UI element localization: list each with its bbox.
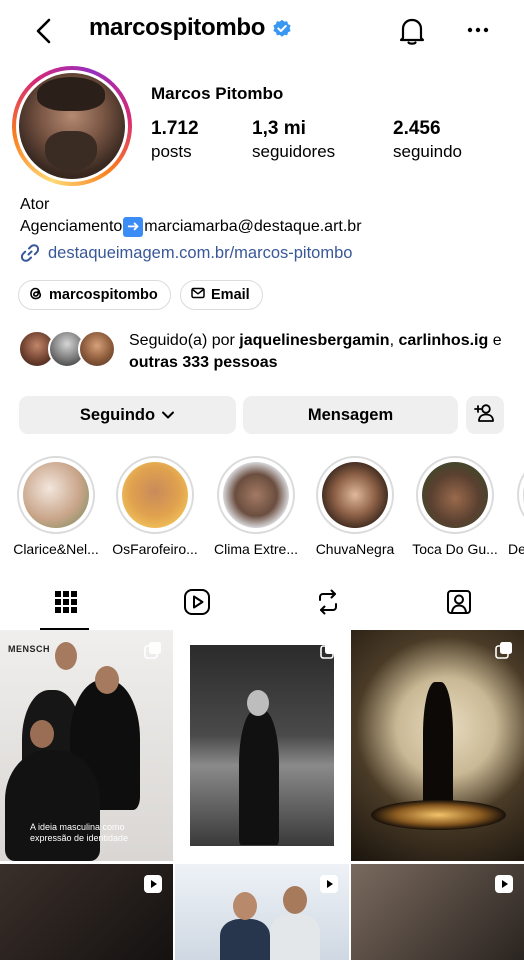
- highlight-cover: [322, 462, 388, 528]
- stat-followers-value: 1,3 mi: [252, 118, 306, 139]
- tab-reels[interactable]: [131, 578, 262, 630]
- mutual-follower-2[interactable]: carlinhos.ig: [398, 332, 488, 349]
- post-caption-overlay: A ideia masculina como expressão de iden…: [30, 822, 129, 843]
- reel-play-icon: [143, 874, 163, 894]
- highlight-cover: [23, 462, 89, 528]
- message-button[interactable]: Mensagem: [243, 396, 458, 434]
- highlight-cover: [223, 462, 289, 528]
- post-thumbnail[interactable]: [175, 630, 349, 861]
- posts-grid: MENSCH A ideia masculina como expressão …: [0, 630, 524, 960]
- following-button-label: Seguindo: [79, 405, 156, 424]
- highlight-label: OsFarofeiro...: [112, 541, 198, 557]
- bio: Ator Agenciamento ➜ marciamarba@destaque…: [20, 194, 362, 238]
- bio-agency-prefix: Agenciamento: [20, 218, 123, 235]
- highlight-item[interactable]: Clarice&Nel...: [8, 456, 104, 557]
- suggested-users-button[interactable]: [466, 396, 504, 434]
- highlight-label: Toca Do Gu...: [412, 541, 498, 557]
- mutual-followers-others[interactable]: outras 333 pessoas: [129, 354, 278, 371]
- tagged-person-icon: [445, 588, 473, 621]
- highlight-item[interactable]: OsFarofeiro...: [107, 456, 203, 557]
- post-thumbnail[interactable]: [175, 864, 349, 960]
- mutual-followers-avatars[interactable]: [18, 330, 116, 368]
- reels-play-icon: [183, 588, 211, 621]
- profile-username: marcospitombo: [89, 14, 292, 42]
- post-thumbnail[interactable]: [0, 864, 173, 960]
- highlight-item[interactable]: Clima Extre...: [208, 456, 304, 557]
- stat-following[interactable]: 2.456 seguindo: [393, 118, 462, 162]
- tab-reposts[interactable]: [262, 578, 393, 630]
- followed-by-connector: e: [488, 332, 502, 349]
- highlight-label: Clarice&Nel...: [13, 541, 99, 557]
- stat-followers[interactable]: 1,3 mi seguidores: [252, 118, 335, 162]
- story-highlights: Clarice&Nel... OsFarofeiro... Clima Extr…: [0, 456, 524, 561]
- email-chip-label: Email: [211, 287, 250, 303]
- reel-play-icon: [494, 874, 514, 894]
- stat-followers-label: seguidores: [252, 142, 336, 161]
- highlight-label: Clima Extre...: [213, 541, 298, 557]
- profile-avatar-story-ring[interactable]: [12, 66, 132, 186]
- post-brand-text: MENSCH: [8, 644, 51, 654]
- mutual-follower-1[interactable]: jaquelinesbergamin: [239, 332, 389, 349]
- bio-link[interactable]: destaqueimagem.com.br/marcos-pitombo: [20, 243, 352, 263]
- link-icon: [20, 243, 40, 263]
- highlight-label: De: [508, 541, 524, 557]
- bio-line-agency: Agenciamento ➜ marciamarba@destaque.art.…: [20, 216, 362, 238]
- stat-following-label: seguindo: [393, 142, 463, 161]
- tab-tagged[interactable]: [393, 578, 524, 630]
- bio-line-occupation: Ator: [20, 196, 50, 213]
- chevron-down-icon: [161, 406, 175, 425]
- highlight-cover: [422, 462, 488, 528]
- threads-icon: [29, 286, 43, 305]
- mutual-follower-avatar: [78, 330, 116, 368]
- envelope-icon: [191, 287, 205, 303]
- notifications-bell-icon[interactable]: [398, 16, 426, 46]
- username-text: marcospitombo: [89, 14, 266, 41]
- grid-icon: [54, 590, 78, 619]
- message-button-label: Mensagem: [307, 405, 394, 424]
- followed-by-prefix: Seguido(a) por: [129, 332, 240, 349]
- add-user-icon: [474, 403, 496, 428]
- back-arrow-icon[interactable]: [30, 16, 60, 46]
- highlight-cover: [122, 462, 188, 528]
- stat-posts-value: 1.712: [151, 118, 199, 139]
- highlight-label: ChuvaNegra: [315, 541, 395, 557]
- right-arrow-emoji-icon: ➜: [123, 217, 144, 237]
- more-options-icon[interactable]: [466, 22, 490, 38]
- stat-following-value: 2.456: [393, 118, 441, 139]
- following-button[interactable]: Seguindo: [19, 396, 236, 434]
- tab-posts-grid[interactable]: [0, 578, 131, 630]
- repost-icon: [315, 589, 341, 620]
- carousel-icon: [319, 640, 339, 660]
- threads-chip-label: marcospitombo: [49, 287, 158, 303]
- stat-posts-label: posts: [151, 142, 192, 161]
- profile-avatar: [19, 73, 125, 179]
- reel-play-icon: [319, 874, 339, 894]
- carousel-icon: [494, 640, 514, 660]
- threads-profile-chip[interactable]: marcospitombo: [18, 280, 171, 310]
- verified-badge-icon: [272, 18, 292, 38]
- carousel-icon: [143, 640, 163, 660]
- stat-posts[interactable]: 1.712 posts: [151, 118, 199, 162]
- bio-link-text: destaqueimagem.com.br/marcos-pitombo: [48, 243, 353, 262]
- email-chip[interactable]: Email: [180, 280, 263, 310]
- display-name: Marcos Pitombo: [151, 84, 284, 103]
- profile-content-tabs: [0, 578, 524, 630]
- post-thumbnail[interactable]: [351, 630, 524, 861]
- highlight-item[interactable]: De: [508, 456, 524, 557]
- highlight-item[interactable]: ChuvaNegra: [307, 456, 403, 557]
- post-thumbnail[interactable]: [351, 864, 524, 960]
- top-bar: marcospitombo: [0, 0, 524, 62]
- bio-agency-email: marciamarba@destaque.art.br: [144, 218, 362, 235]
- mutual-followers-text[interactable]: Seguido(a) por jaquelinesbergamin, carli…: [129, 330, 509, 374]
- highlight-item[interactable]: Toca Do Gu...: [407, 456, 503, 557]
- post-thumbnail[interactable]: MENSCH A ideia masculina como expressão …: [0, 630, 173, 861]
